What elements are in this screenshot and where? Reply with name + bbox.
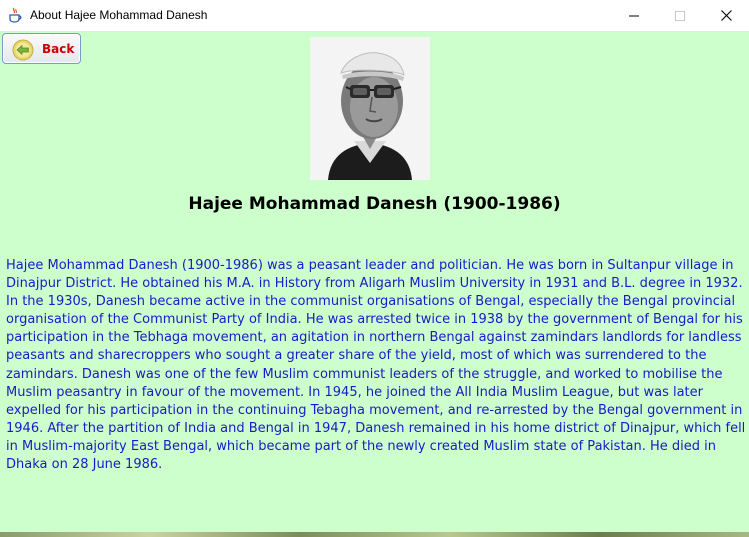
- back-label: Back: [42, 42, 75, 56]
- biography-text: Hajee Mohammad Danesh (1900-1986) was a …: [6, 258, 746, 473]
- close-button[interactable]: [703, 0, 749, 31]
- page-title: Hajee Mohammad Danesh (1900-1986): [188, 194, 561, 214]
- java-app-icon: [8, 7, 22, 23]
- arrow-left-circle-icon: [12, 39, 34, 61]
- back-button[interactable]: Back: [2, 33, 81, 64]
- maximize-icon: [675, 10, 685, 21]
- window-title: About Hajee Mohammad Danesh: [30, 8, 208, 22]
- portrait-photo: [310, 37, 430, 180]
- minimize-icon: [629, 15, 639, 16]
- close-icon: [720, 10, 732, 21]
- title-bar: About Hajee Mohammad Danesh: [0, 0, 749, 32]
- minimize-button[interactable]: [611, 0, 657, 31]
- maximize-button[interactable]: [657, 0, 703, 31]
- background-image-edge: [0, 532, 749, 537]
